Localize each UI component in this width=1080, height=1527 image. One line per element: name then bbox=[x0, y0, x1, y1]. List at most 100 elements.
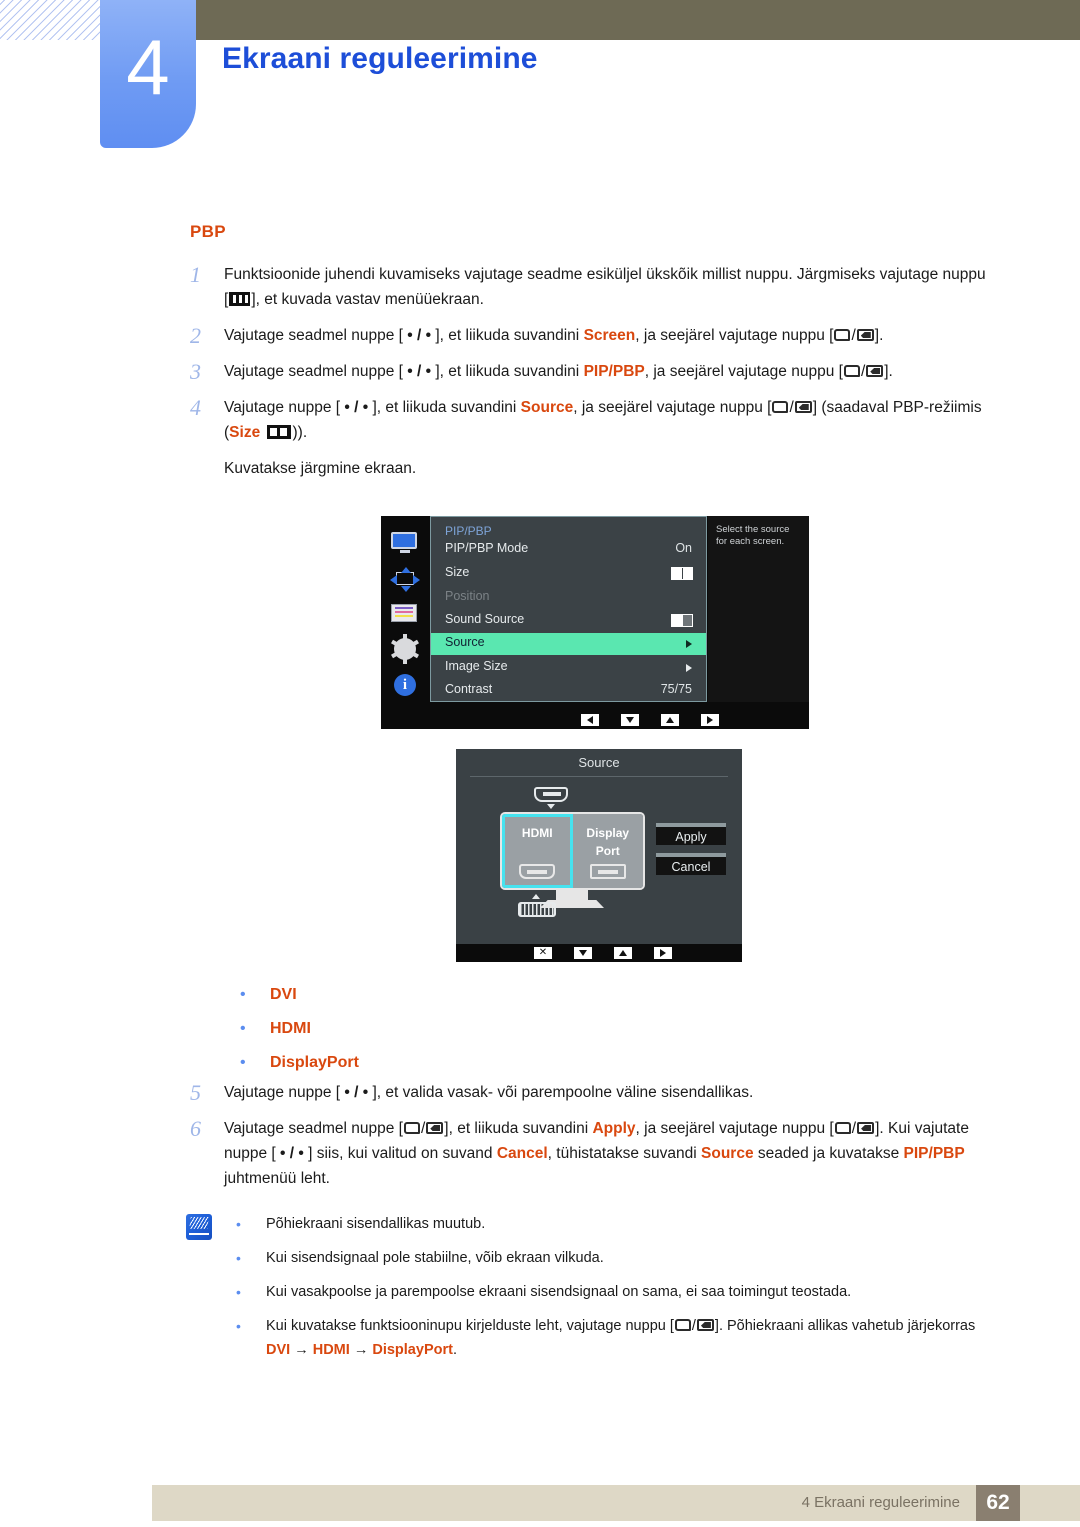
osd-menu-row[interactable]: Image Size bbox=[431, 657, 706, 679]
bullet-icon: • bbox=[236, 1284, 241, 1300]
highlight-term: HDMI bbox=[312, 1342, 350, 1358]
highlight-term: Source bbox=[701, 1145, 754, 1162]
source-button-icon bbox=[674, 1319, 691, 1331]
enter-button-icon bbox=[696, 1319, 714, 1331]
note-item-text: Kui sisendsignaal pole stabiilne, võib e… bbox=[266, 1250, 604, 1266]
bullet-icon: • bbox=[240, 1020, 246, 1037]
steps-list-1: 1 Funktsioonide juhendi kuvamiseks vajuta… bbox=[190, 262, 990, 481]
down-arrow-key[interactable] bbox=[574, 947, 592, 959]
step-text: Funktsioonide juhendi kuvamiseks vajutag… bbox=[224, 266, 986, 308]
menu-button-icon bbox=[229, 292, 251, 306]
note-item-text: Põhiekraani sisendallikas muutub. bbox=[266, 1216, 486, 1232]
source-button-icon bbox=[772, 401, 789, 413]
highlight-term: PIP/PBP bbox=[903, 1145, 965, 1162]
osd-tooltip-panel: Select the source for each screen. bbox=[708, 516, 809, 702]
step-item: 4 Vajutage nuppe [ • / • ], et liikuda su… bbox=[190, 395, 990, 445]
list-item: • DisplayPort bbox=[240, 1046, 359, 1080]
left-screen-hdmi[interactable]: HDMI bbox=[502, 814, 573, 888]
left-arrow-key[interactable] bbox=[581, 714, 599, 726]
dot-button-label: • / • bbox=[280, 1145, 304, 1162]
osd-row-label: Source bbox=[445, 635, 485, 649]
highlight-term: Screen bbox=[583, 327, 636, 344]
step-text: Vajutage seadmel nuppe [ • / • ], et lii… bbox=[224, 327, 884, 344]
note-item-text: Kui kuvatakse funktsiooninupu kirjeldust… bbox=[266, 1318, 976, 1358]
note-item: • Kui sisendsignaal pole stabiilne, võib … bbox=[236, 1246, 996, 1270]
osd-menu-row[interactable]: Contrast 75/75 bbox=[431, 680, 706, 702]
source-button-icon bbox=[834, 329, 851, 341]
source-button-icon bbox=[403, 1122, 420, 1134]
osd-control-bar bbox=[381, 711, 809, 729]
source-options-list: • DVI • HDMI • DisplayPort bbox=[240, 978, 359, 1080]
displayport-top-icon bbox=[534, 787, 568, 802]
osd-menu-row[interactable]: Size bbox=[431, 563, 706, 585]
dot-button-label: • / • bbox=[407, 363, 432, 380]
pip-position-icon bbox=[390, 567, 420, 592]
cancel-button[interactable]: Cancel bbox=[656, 853, 726, 875]
bullet-icon: • bbox=[240, 986, 246, 1003]
right-screen-label-1: Display bbox=[586, 826, 630, 840]
step-number: 5 bbox=[190, 1080, 201, 1105]
step-number: 2 bbox=[190, 323, 201, 348]
osd-source-control-bar: ✕ bbox=[456, 944, 742, 962]
color-bars-icon bbox=[391, 604, 419, 626]
left-screen-label-1: HDMI bbox=[521, 826, 553, 840]
list-item-label: DisplayPort bbox=[270, 1054, 359, 1071]
step-item: 6 Vajutage seadmel nuppe [/], et liikuda … bbox=[190, 1116, 1000, 1191]
up-arrow-key[interactable] bbox=[661, 714, 679, 726]
dvi-port-icon bbox=[518, 902, 556, 917]
right-arrow-key[interactable] bbox=[701, 714, 719, 726]
highlight-term: Cancel bbox=[496, 1145, 548, 1162]
step-followup-text: Kuvatakse järgmine ekraan. bbox=[224, 460, 417, 477]
right-screen-label-2: Port bbox=[595, 844, 620, 858]
dot-button-label: • / • bbox=[407, 327, 432, 344]
osd-tooltip-text: Select the source for each screen. bbox=[716, 524, 790, 547]
osd-icon-rail: i bbox=[381, 516, 429, 702]
enter-button-icon bbox=[794, 401, 812, 413]
osd-row-label: Size bbox=[445, 565, 470, 579]
right-screen-displayport[interactable]: Display Port bbox=[572, 814, 643, 888]
monitor-split-preview: HDMI Display Port bbox=[500, 812, 645, 890]
gear-icon bbox=[391, 634, 419, 664]
close-key[interactable]: ✕ bbox=[534, 947, 552, 959]
dot-button-label: • / • bbox=[344, 1084, 369, 1101]
osd-menu-title: PIP/PBP bbox=[445, 524, 492, 538]
source-button-icon bbox=[834, 1122, 851, 1134]
osd-source-screenshot: Source HDMI Display Port Apply Cancel ✕ bbox=[456, 749, 742, 962]
hdmi-port-icon bbox=[519, 864, 556, 879]
step-number: 3 bbox=[190, 359, 201, 384]
osd-menu-row[interactable]: Source bbox=[431, 633, 706, 655]
chapter-number: 4 bbox=[126, 23, 170, 111]
osd-menu-panel: PIP/PBP PIP/PBP Mode On Size Position Sound … bbox=[430, 516, 707, 702]
step-number: 1 bbox=[190, 262, 201, 287]
note-item-text: Kui vasakpoolse ja parempoolse ekraani s… bbox=[266, 1284, 852, 1300]
osd-menu-row[interactable]: Position bbox=[431, 587, 706, 609]
osd-menu-row[interactable]: Sound Source bbox=[431, 610, 706, 632]
note-item: • Kui kuvatakse funktsiooninupu kirjeldus… bbox=[236, 1314, 996, 1362]
top-arrow-icon bbox=[547, 804, 555, 809]
step-text: Vajutage nuppe [ • / • ], et valida vasa… bbox=[224, 1084, 754, 1101]
sound-source-value-icon bbox=[671, 614, 693, 627]
header-olive-bar bbox=[152, 0, 1080, 40]
osd-menu-row[interactable]: PIP/PBP Mode On bbox=[431, 539, 706, 561]
page-title: Ekraani reguleerimine bbox=[222, 42, 538, 75]
up-arrow-key[interactable] bbox=[614, 947, 632, 959]
bullet-icon: • bbox=[236, 1250, 241, 1266]
osd-row-label: Image Size bbox=[445, 659, 508, 673]
note-item: • Põhiekraani sisendallikas muutub. bbox=[236, 1212, 996, 1236]
source-button-icon bbox=[843, 365, 860, 377]
apply-button[interactable]: Apply bbox=[656, 823, 726, 845]
step-text: Vajutage seadmel nuppe [/], et liikuda s… bbox=[224, 1120, 969, 1187]
step-item: 1 Funktsioonide juhendi kuvamiseks vajuta… bbox=[190, 262, 990, 312]
bullet-icon: • bbox=[236, 1318, 241, 1334]
right-arrow-key[interactable] bbox=[654, 947, 672, 959]
bullet-icon: • bbox=[236, 1216, 241, 1232]
steps-list-2: 5 Vajutage nuppe [ • / • ], et valida vas… bbox=[190, 1080, 1000, 1202]
osd-source-title: Source bbox=[578, 755, 620, 770]
osd-row-label: Position bbox=[445, 589, 490, 603]
highlight-term: Size bbox=[229, 424, 261, 441]
down-arrow-key[interactable] bbox=[621, 714, 639, 726]
list-item: • DVI bbox=[240, 978, 359, 1012]
page-number: 62 bbox=[976, 1485, 1020, 1521]
step-item: 2 Vajutage seadmel nuppe [ • / • ], et li… bbox=[190, 323, 990, 348]
dot-button-label: • / • bbox=[344, 399, 369, 416]
